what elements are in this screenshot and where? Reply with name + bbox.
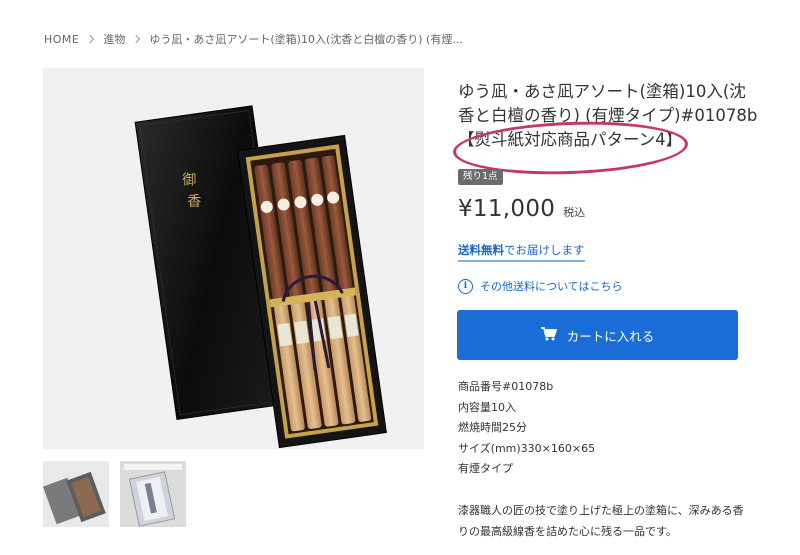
spec-quantity: 内容量10入 <box>458 400 516 414</box>
free-shipping-notice: 送料無料でお届けします <box>458 242 585 262</box>
chevron-right-icon <box>132 34 141 44</box>
spec-burn-time: 燃焼時間25分 <box>458 421 527 434</box>
breadcrumb: HOME 進物 ゆう凪・あさ凪アソート(塗箱)10入(沈香と白檀の香り) (有煙… <box>44 30 463 48</box>
thumbnail-box-image <box>43 461 109 527</box>
price-amount: ¥11,000 <box>458 196 556 222</box>
free-shipping-text: でお届けします <box>504 243 585 257</box>
spec-product-number: 商品番号#01078b <box>458 380 554 393</box>
cart-button-label: カートに入れる <box>566 329 655 344</box>
info-icon: i <box>458 278 473 294</box>
thumbnail-2[interactable] <box>120 461 186 527</box>
price-block: ¥11,000 税込 <box>458 196 585 222</box>
thumbnail-1[interactable] <box>43 461 109 527</box>
product-specs: 商品番号#01078b 内容量10入 燃焼時間25分 サイズ(mm)330×16… <box>458 377 595 480</box>
stock-badge: 残り1点 <box>458 169 503 185</box>
product-main-image[interactable]: 御 香 <box>43 68 424 449</box>
incense-box-illustration: 御 香 <box>134 105 387 449</box>
product-title-line-3: 【熨斗紙対応商品パターン4】 <box>458 130 683 149</box>
shipping-info-text: その他送料についてはこちら <box>480 280 623 293</box>
tax-label: 税込 <box>563 206 586 219</box>
spec-size: サイズ(mm)330×160×65 <box>458 441 596 455</box>
cart-icon <box>540 326 557 344</box>
chevron-right-icon <box>86 34 95 44</box>
product-title: ゆう凪・あさ凪アソート(塗箱)10入(沈 香と白檀の香り) (有煙タイプ)#01… <box>458 80 758 152</box>
thumbnail-noshi-image <box>120 461 186 527</box>
free-shipping-label: 送料無料 <box>458 243 504 257</box>
product-title-line-2: 香と白檀の香り) (有煙タイプ)#01078b <box>458 106 758 125</box>
svg-text:御: 御 <box>182 172 196 188</box>
breadcrumb-home-link[interactable]: HOME <box>44 33 79 46</box>
product-title-line-1: ゆう凪・あさ凪アソート(塗箱)10入(沈 <box>458 82 746 101</box>
svg-text:香: 香 <box>187 194 201 210</box>
description-line-2: りの最高級線香を詰めた心に残る一品です。 <box>458 525 677 538</box>
product-description: 漆器職人の匠の技で塗り上げた極上の塗箱に、深みある香 りの最高級線香を詰めた心に… <box>458 500 778 542</box>
description-line-1: 漆器職人の匠の技で塗り上げた極上の塗箱に、深みある香 <box>458 504 744 517</box>
breadcrumb-current: ゆう凪・あさ凪アソート(塗箱)10入(沈香と白檀の香り) (有煙... <box>149 33 463 46</box>
add-to-cart-button[interactable]: カートに入れる <box>457 310 738 360</box>
breadcrumb-category-link[interactable]: 進物 <box>103 31 125 47</box>
shipping-info-link[interactable]: i その他送料についてはこちら <box>458 278 622 294</box>
spec-smoke-type: 有煙タイプ <box>458 462 513 475</box>
